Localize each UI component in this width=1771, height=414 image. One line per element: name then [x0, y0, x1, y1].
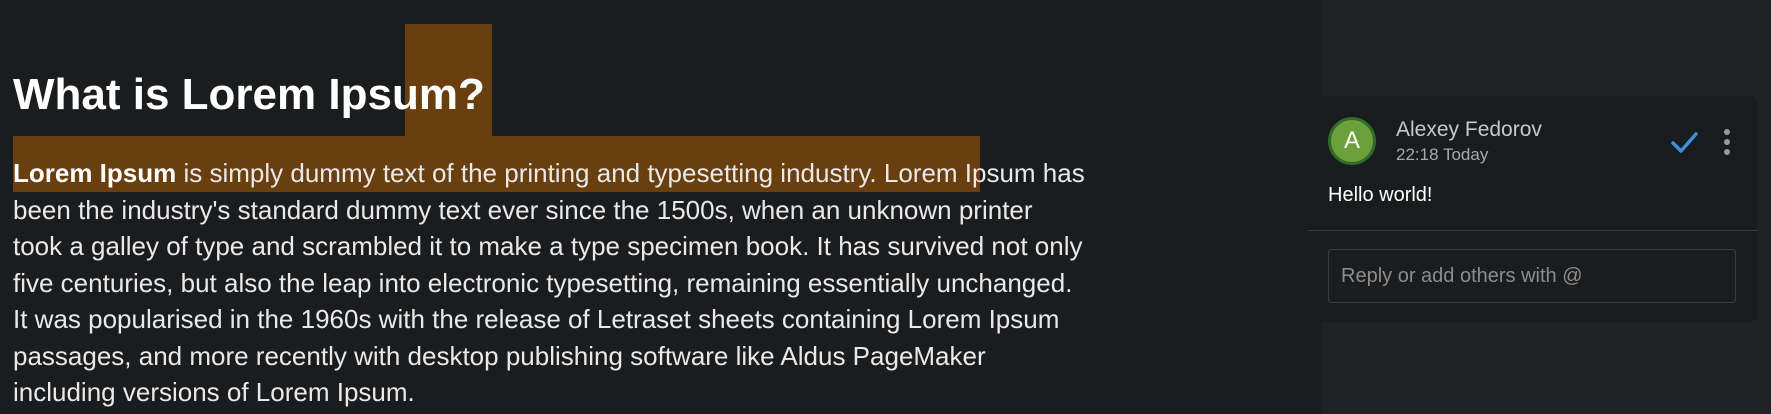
document-heading: What is Lorem Ipsum?: [13, 70, 485, 119]
more-options-button[interactable]: [1715, 122, 1739, 162]
paragraph-line: five centuries, but also the leap into e…: [13, 267, 1073, 298]
check-icon: [1671, 132, 1698, 153]
paragraph-text: is simply dummy text of the printing and…: [176, 158, 1085, 188]
paragraph-line: took a galley of type and scrambled it t…: [13, 231, 1083, 261]
paragraph-line: passages, and more recently with desktop…: [13, 340, 986, 371]
paragraph-line: including versions of Lorem Ipsum.: [13, 377, 415, 407]
reply-input[interactable]: [1328, 249, 1736, 303]
bold-text: Lorem Ipsum: [13, 158, 177, 188]
document-editor[interactable]: What is Lorem Ipsum? Lorem Ipsum is simp…: [0, 0, 1322, 414]
comment-author: Alexey Fedorov: [1396, 118, 1542, 141]
divider: [1308, 230, 1758, 231]
comment-timestamp: 22:18 Today: [1396, 145, 1489, 164]
comment-thread-card[interactable]: A Alexey Fedorov 22:18 Today Hello world…: [1308, 96, 1758, 322]
resolve-button[interactable]: [1664, 122, 1704, 162]
document-paragraph: Lorem Ipsum is simply dummy text of the …: [13, 155, 1173, 411]
paragraph-line: It was popularised in the 1960s with the…: [13, 304, 1060, 334]
paragraph-line: Lorem Ipsum is simply dummy text of the …: [13, 155, 1173, 192]
more-vertical-icon: [1724, 129, 1730, 155]
avatar: A: [1328, 117, 1376, 165]
paragraph-line: been the industry's standard dummy text …: [13, 194, 1033, 225]
comment-body: Hello world!: [1328, 184, 1433, 206]
